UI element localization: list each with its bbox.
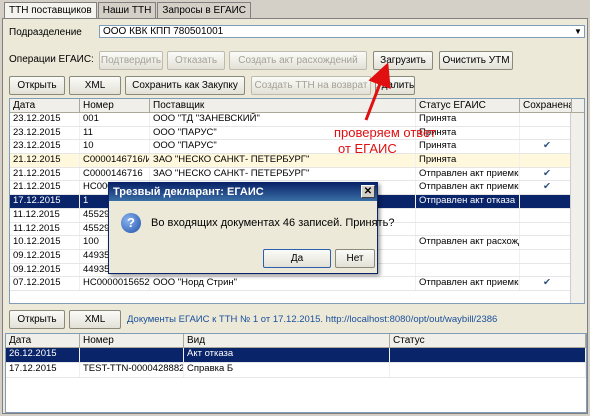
question-icon: ? [121, 213, 141, 233]
arrow-to-load-button [364, 62, 391, 121]
yes-button[interactable]: Да [263, 249, 331, 268]
confirm-dialog: Трезвый декларант: ЕГАИС ✕ ? Во входящих… [108, 182, 394, 274]
close-icon[interactable]: ✕ [361, 185, 375, 198]
dialog-title-bar: Трезвый декларант: ЕГАИС ✕ [109, 183, 377, 201]
dialog-message: Во входящих документах 46 записей. Приня… [151, 217, 395, 229]
dialog-title: Трезвый декларант: ЕГАИС [113, 186, 264, 198]
no-button[interactable]: Нет [335, 249, 375, 268]
